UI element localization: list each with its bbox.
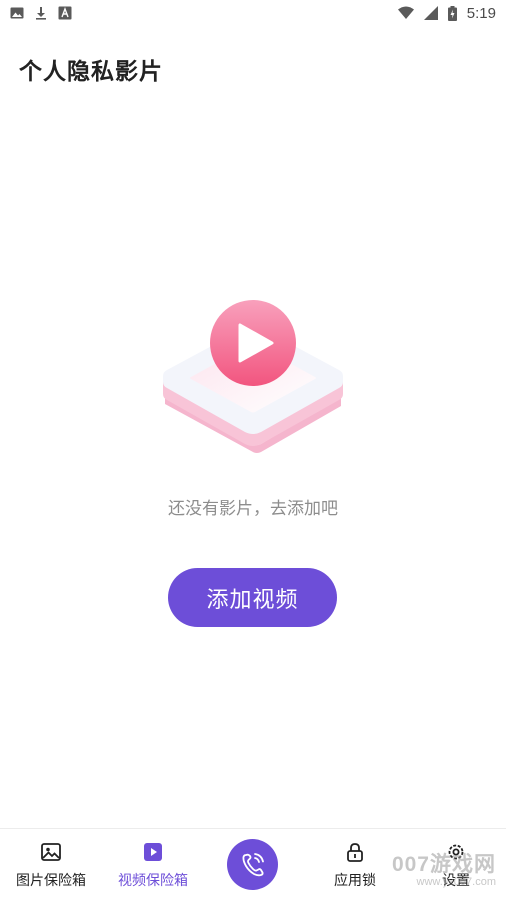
phone-button[interactable]	[227, 839, 278, 890]
video-icon	[144, 843, 162, 861]
status-time: 5:19	[466, 4, 496, 22]
wifi-icon	[397, 6, 414, 19]
nav-item-photo-vault[interactable]: 图片保险箱	[10, 829, 92, 900]
download-icon	[36, 7, 46, 20]
image-icon	[10, 7, 24, 19]
status-right: 5:19	[397, 4, 496, 22]
nav-label-video-vault: 视频保险箱	[118, 873, 188, 889]
nav-label-app-lock: 应用锁	[334, 873, 376, 889]
phone-icon	[242, 852, 264, 876]
page-title: 个人隐私影片	[19, 59, 163, 85]
watermark-title: 007游戏网	[391, 853, 496, 876]
screen: 5:19 个人隐私影片 还没有影片，去添加吧 添加视频 图片保险箱 视频保险箱 …	[0, 0, 506, 900]
lock-icon	[347, 843, 363, 862]
empty-state-message: 还没有影片，去添加吧	[168, 499, 338, 519]
signal-icon	[423, 6, 438, 20]
image-icon	[41, 843, 61, 861]
video-play-icon	[163, 300, 343, 453]
nav-item-app-lock[interactable]: 应用锁	[314, 829, 396, 900]
watermark: 007游戏网 www.yx007.com	[392, 848, 496, 888]
add-video-button[interactable]: 添加视频	[168, 568, 337, 627]
nav-label-photo-vault: 图片保险箱	[16, 873, 86, 889]
status-bar: 5:19	[0, 0, 506, 26]
status-left	[10, 6, 72, 20]
font-icon	[58, 6, 72, 20]
battery-icon	[447, 5, 457, 21]
nav-item-video-vault[interactable]: 视频保险箱	[112, 829, 194, 900]
